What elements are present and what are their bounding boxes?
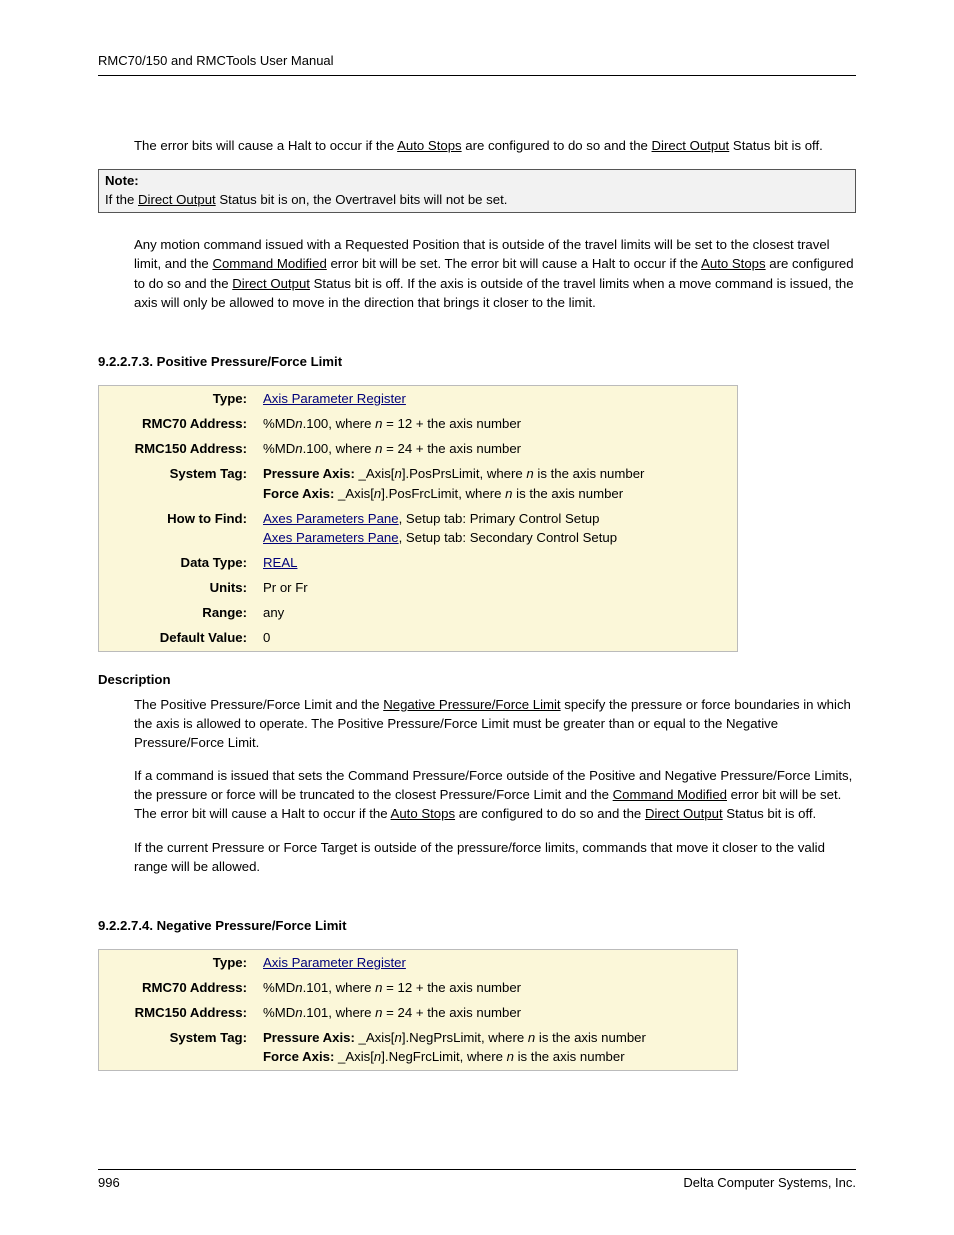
note-label: Note: <box>105 173 139 188</box>
header-title: RMC70/150 and RMCTools User Manual <box>98 53 334 68</box>
row-label: System Tag: <box>99 1025 256 1070</box>
direct-output-link[interactable]: Direct Output <box>645 806 723 821</box>
motion-command-para: Any motion command issued with a Request… <box>134 235 856 312</box>
row-value: %MDn.100, where n = 24 + the axis number <box>255 436 738 461</box>
error-bits-para: The error bits will cause a Halt to occu… <box>134 136 856 155</box>
page-header: RMC70/150 and RMCTools User Manual <box>98 52 856 76</box>
auto-stops-link[interactable]: Auto Stops <box>391 806 456 821</box>
note-box: Note: If the Direct Output Status bit is… <box>98 169 856 213</box>
axes-parameters-pane-link[interactable]: Axes Parameters Pane <box>263 511 399 526</box>
axes-parameters-pane-link[interactable]: Axes Parameters Pane <box>263 530 399 545</box>
content-block-1: The error bits will cause a Halt to occu… <box>134 136 856 155</box>
row-label: RMC150 Address: <box>99 436 256 461</box>
param-table-positive: Type: Axis Parameter Register RMC70 Addr… <box>98 385 738 652</box>
row-label: Units: <box>99 575 256 600</box>
section-heading-negative: 9.2.2.7.4. Negative Pressure/Force Limit <box>98 916 856 935</box>
direct-output-link[interactable]: Direct Output <box>232 276 310 291</box>
row-label: System Tag: <box>99 461 256 505</box>
description-p3: If the current Pressure or Force Target … <box>134 838 856 876</box>
row-label: Type: <box>99 385 256 411</box>
row-value: %MDn.100, where n = 12 + the axis number <box>255 411 738 436</box>
auto-stops-link[interactable]: Auto Stops <box>397 138 462 153</box>
command-modified-link[interactable]: Command Modified <box>212 256 326 271</box>
axis-parameter-register-link[interactable]: Axis Parameter Register <box>263 955 406 970</box>
row-value: Pr or Fr <box>255 575 738 600</box>
direct-output-link[interactable]: Direct Output <box>138 192 216 207</box>
description-p1: The Positive Pressure/Force Limit and th… <box>134 695 856 752</box>
row-value: %MDn.101, where n = 12 + the axis number <box>255 975 738 1000</box>
negative-pressure-link[interactable]: Negative Pressure/Force Limit <box>383 697 560 712</box>
company-name: Delta Computer Systems, Inc. <box>683 1174 856 1193</box>
description-p2: If a command is issued that sets the Com… <box>134 766 856 823</box>
command-modified-link[interactable]: Command Modified <box>613 787 727 802</box>
section-heading-positive: 9.2.2.7.3. Positive Pressure/Force Limit <box>98 352 856 371</box>
row-value: Pressure Axis: _Axis[n].NegPrsLimit, whe… <box>255 1025 738 1070</box>
row-label: RMC70 Address: <box>99 975 256 1000</box>
content-block-2: Any motion command issued with a Request… <box>134 235 856 312</box>
row-label: Range: <box>99 600 256 625</box>
page-number: 996 <box>98 1174 120 1193</box>
row-value: Axes Parameters Pane, Setup tab: Primary… <box>255 506 738 550</box>
axis-parameter-register-link[interactable]: Axis Parameter Register <box>263 391 406 406</box>
row-label: RMC150 Address: <box>99 1000 256 1025</box>
row-label: Data Type: <box>99 550 256 575</box>
row-value: any <box>255 600 738 625</box>
page: RMC70/150 and RMCTools User Manual The e… <box>0 0 954 1235</box>
real-link[interactable]: REAL <box>263 555 297 570</box>
row-value: %MDn.101, where n = 24 + the axis number <box>255 1000 738 1025</box>
row-label: RMC70 Address: <box>99 411 256 436</box>
row-label: Default Value: <box>99 625 256 651</box>
page-footer: 996 Delta Computer Systems, Inc. <box>98 1169 856 1193</box>
row-value: Pressure Axis: _Axis[n].PosPrsLimit, whe… <box>255 461 738 505</box>
auto-stops-link[interactable]: Auto Stops <box>701 256 766 271</box>
row-label: Type: <box>99 949 256 975</box>
row-value: 0 <box>255 625 738 651</box>
description-body: The Positive Pressure/Force Limit and th… <box>134 695 856 876</box>
param-table-negative: Type: Axis Parameter Register RMC70 Addr… <box>98 949 738 1071</box>
direct-output-link[interactable]: Direct Output <box>652 138 730 153</box>
row-label: How to Find: <box>99 506 256 550</box>
description-heading: Description <box>98 670 856 689</box>
